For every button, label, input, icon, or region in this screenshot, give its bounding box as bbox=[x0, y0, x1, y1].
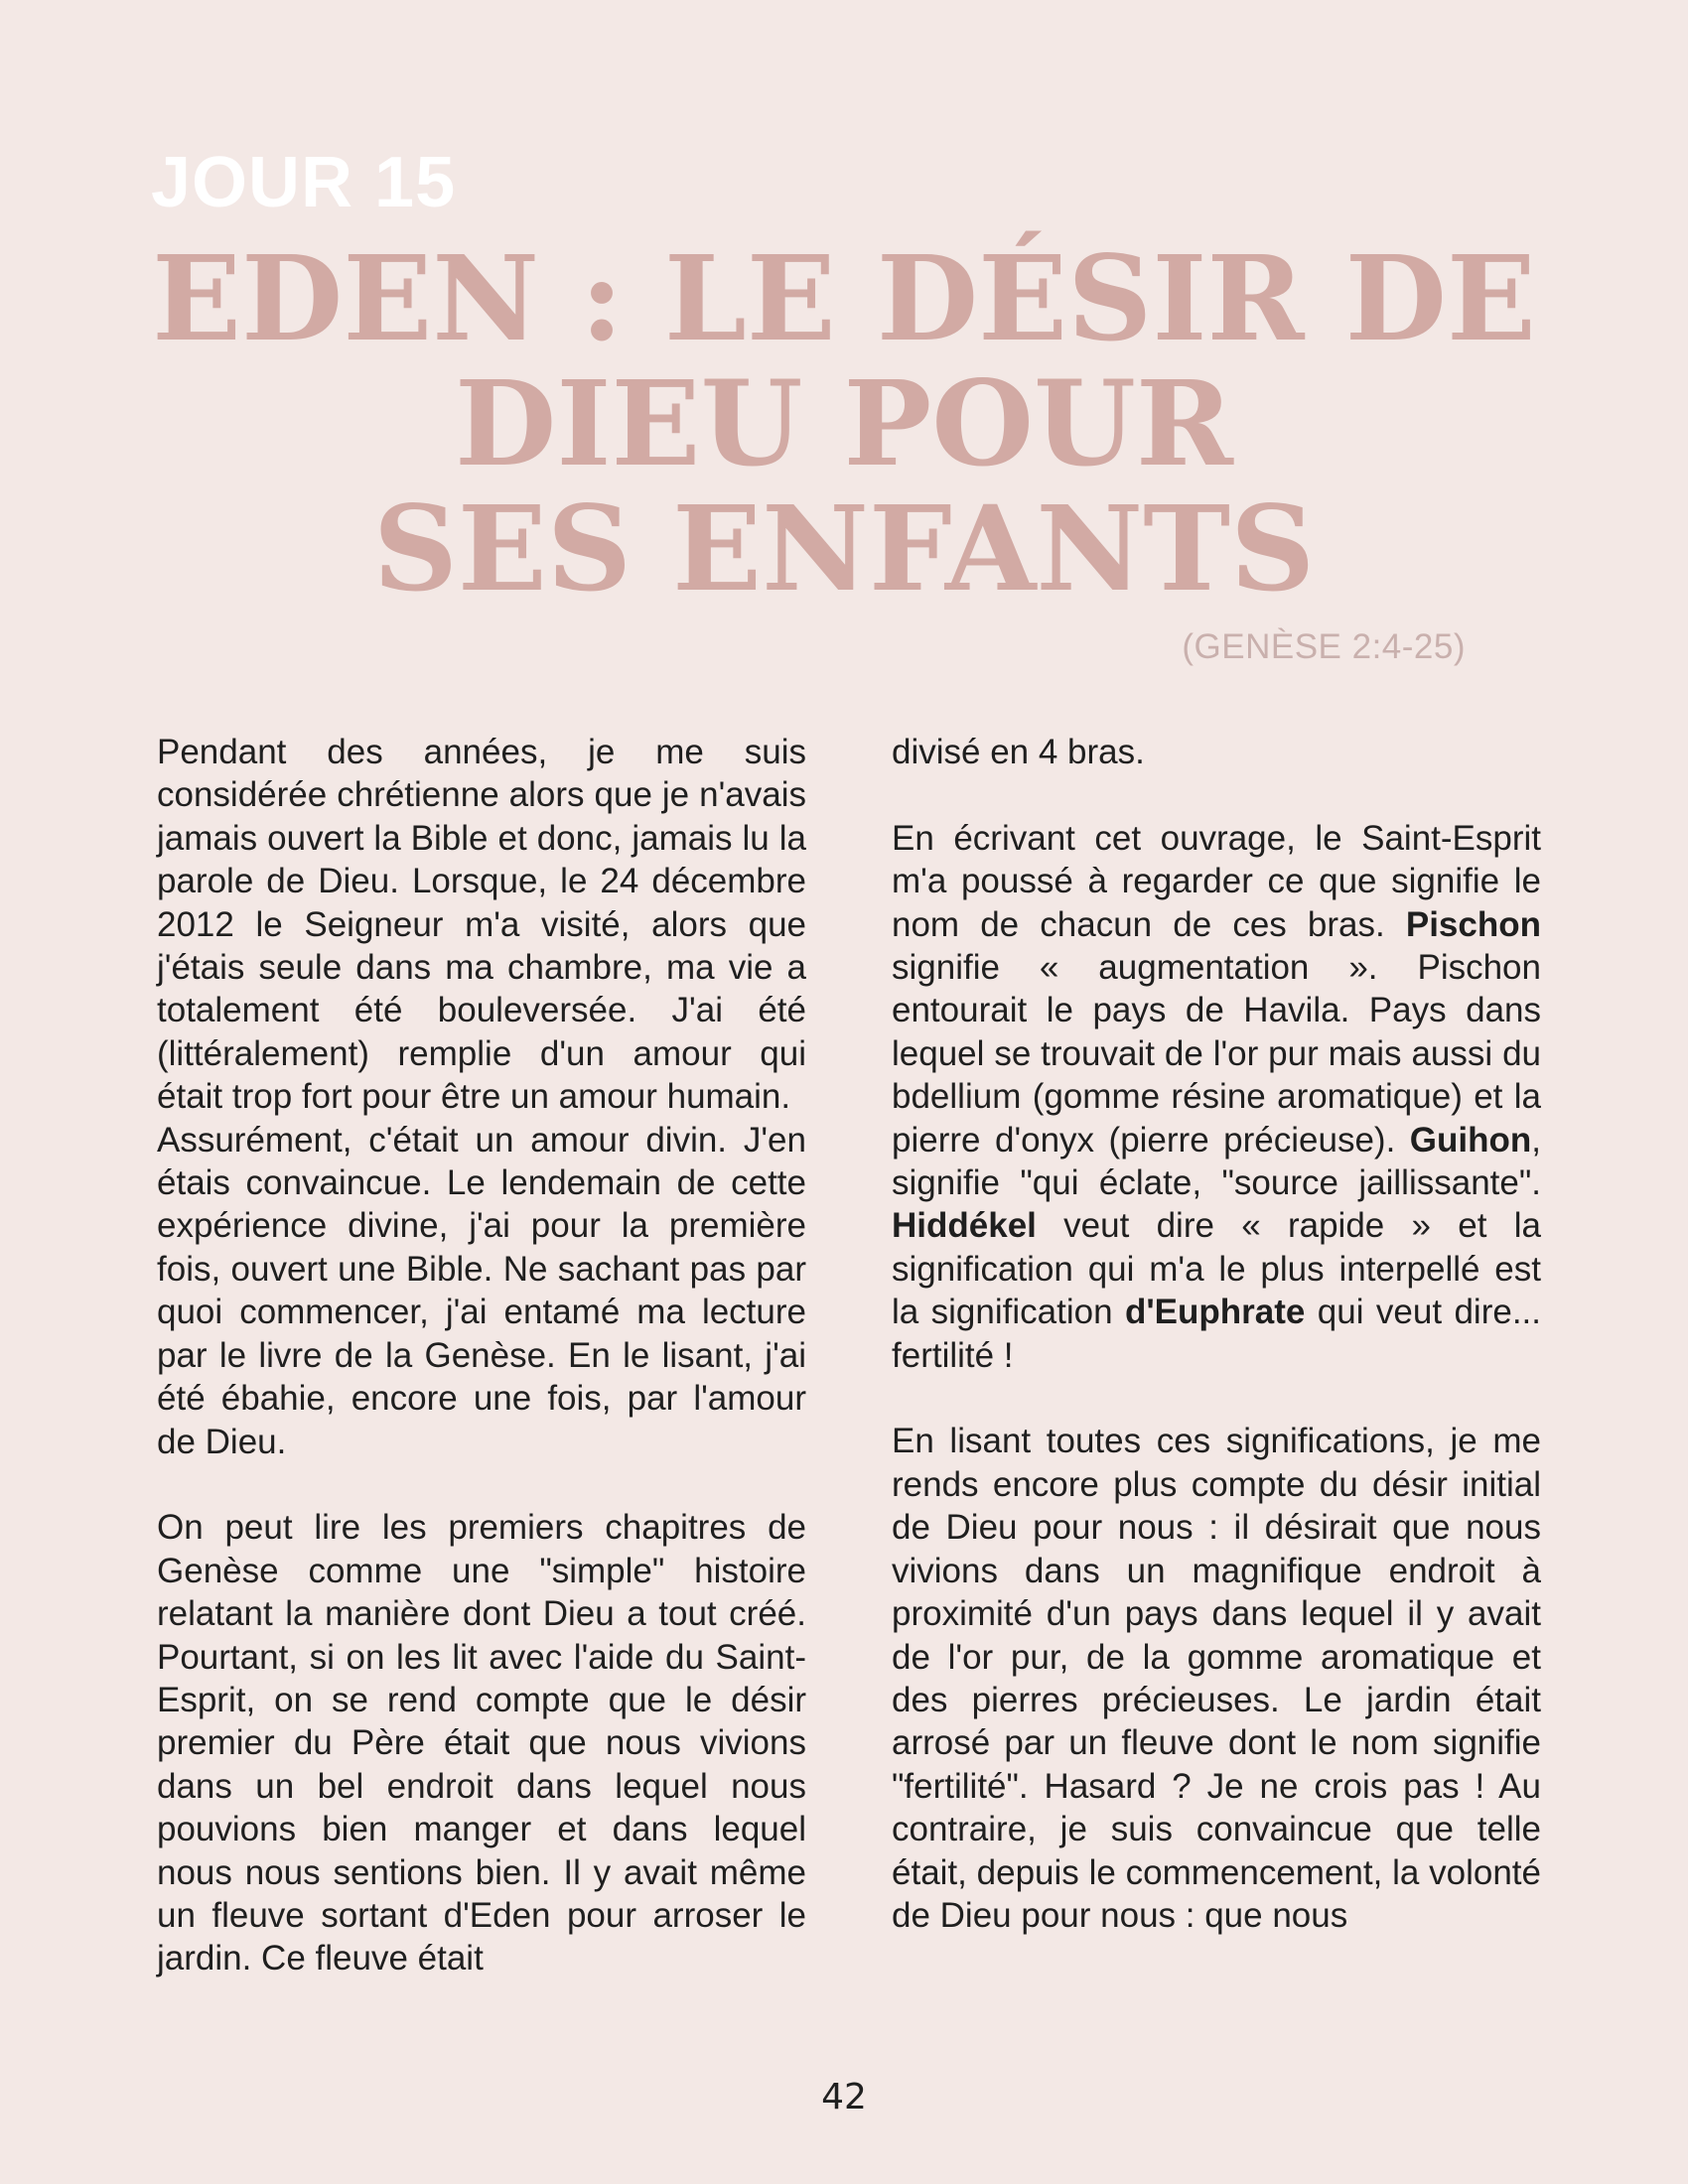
chapter-title: EDEN : LE DÉSIR DE DIEU POUR SES ENFANTS bbox=[0, 236, 1688, 612]
day-label: JOUR 15 bbox=[151, 143, 457, 222]
paragraph: En lisant toutes ces significations, je … bbox=[892, 1422, 1541, 1935]
scripture-reference: (GENÈSE 2:4-25) bbox=[1182, 627, 1466, 666]
left-column: Pendant des années, je me suis considéré… bbox=[157, 731, 806, 2023]
paragraph: On peut lire les premiers chapitres de G… bbox=[157, 1508, 806, 1979]
page-number: 42 bbox=[821, 2077, 867, 2117]
paragraph: Pendant des années, je me suis considéré… bbox=[157, 733, 806, 1117]
paragraph-river-names: En écrivant cet ouvrage, le Saint-Esprit… bbox=[892, 817, 1541, 1377]
title-line-2: DIEU POUR bbox=[455, 354, 1233, 492]
river-name-guihon: Guihon bbox=[1409, 1120, 1532, 1160]
river-name-pischon: Pischon bbox=[1405, 904, 1541, 944]
river-name-hiddekel: Hiddékel bbox=[892, 1206, 1037, 1246]
river-name-euphrate: d'Euphrate bbox=[1124, 1293, 1306, 1332]
title-line-1: EDEN : LE DÉSIR DE bbox=[152, 229, 1536, 367]
paragraph: divisé en 4 bras. bbox=[892, 733, 1145, 771]
right-column: divisé en 4 bras. En écrivant cet ouvrag… bbox=[892, 731, 1541, 1937]
paragraph: Assurément, c'était un amour divin. J'en… bbox=[157, 1120, 806, 1461]
title-line-3: SES ENFANTS bbox=[372, 479, 1316, 617]
